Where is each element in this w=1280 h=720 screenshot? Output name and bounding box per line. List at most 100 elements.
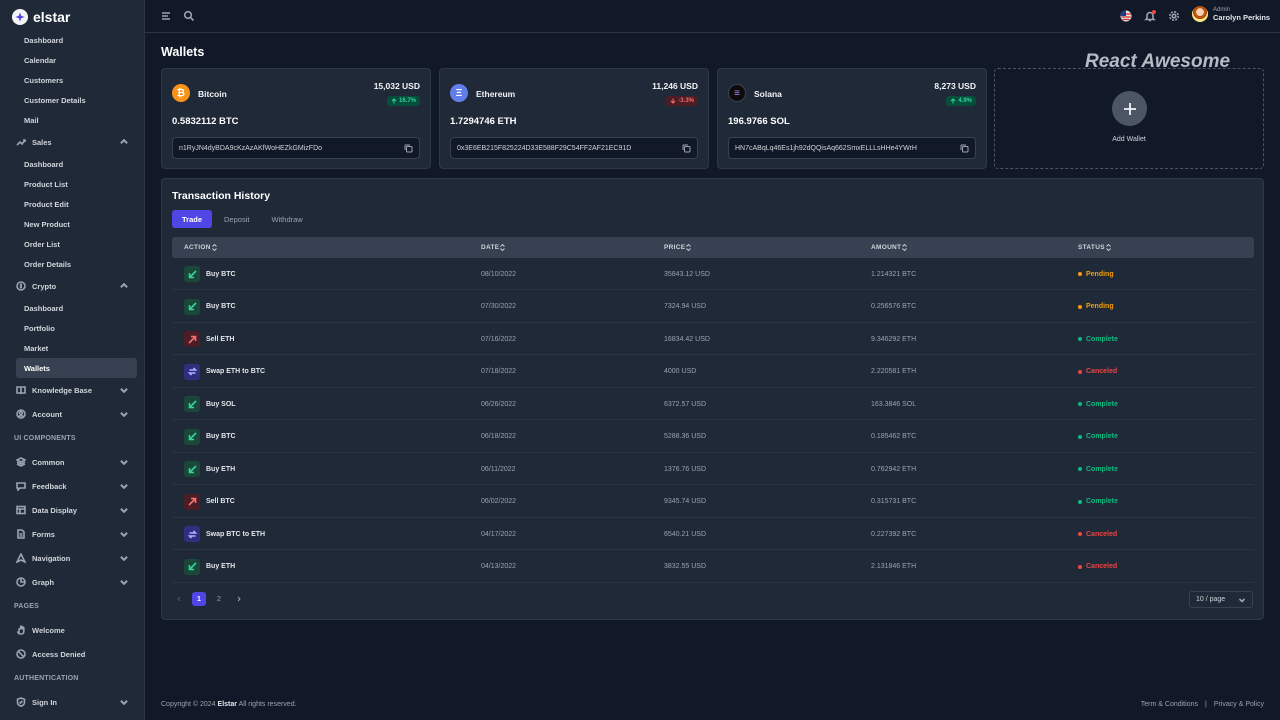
sidebar-item-market[interactable]: Market xyxy=(0,338,144,358)
chevron-down-icon xyxy=(120,412,128,418)
wallet-address-field[interactable]: 0x3E6EB215F825224D33E588F29C54FF2AF21EC9… xyxy=(450,137,698,159)
tab-trade[interactable]: Trade xyxy=(172,210,213,228)
next-page-icon[interactable] xyxy=(232,592,246,606)
sell-icon xyxy=(184,331,200,347)
sidebar-group-head: Graph xyxy=(16,577,54,587)
sidebar-item-portfolio[interactable]: Portfolio xyxy=(0,318,144,338)
sidebar-item-dashboard[interactable]: Dashboard xyxy=(0,30,144,50)
settings-gear-icon[interactable] xyxy=(1167,9,1181,23)
table-row[interactable]: Sell BTC 06/02/2022 9345.74 USD 0.315731 BT… xyxy=(172,486,1254,518)
sidebar-group-sales[interactable]: Sales xyxy=(0,130,144,154)
sidebar-group-welcome[interactable]: Welcome xyxy=(0,618,144,642)
amount-cell: 163.3846 SOL xyxy=(871,400,917,408)
table-row[interactable]: Buy SOL 06/26/2022 6372.57 USD 163.3846 SOL… xyxy=(172,388,1254,420)
sidebar-item-product-edit[interactable]: Product Edit xyxy=(0,194,144,214)
sidebar-item-mail[interactable]: Mail xyxy=(0,110,144,130)
sidebar-item-calendar[interactable]: Calendar xyxy=(0,50,144,70)
app-logo[interactable]: elstar xyxy=(12,8,70,26)
sidebar-group-label: Crypto xyxy=(32,281,57,291)
status-dot xyxy=(1078,337,1082,341)
menu-toggle-icon[interactable] xyxy=(159,9,173,23)
add-wallet-button[interactable] xyxy=(1112,91,1147,126)
price-cell: 35843.12 USD xyxy=(664,270,710,278)
wallet-change-value: -3.3% xyxy=(678,98,694,104)
wallet-balance: 196.9766 SOL xyxy=(728,116,790,127)
sidebar-group-data-display[interactable]: Data Display xyxy=(0,498,144,522)
table-row[interactable]: Buy BTC 08/10/2022 35843.12 USD 1.214321 BT… xyxy=(172,258,1254,290)
sidebar-item-order-list[interactable]: Order List xyxy=(0,234,144,254)
document-icon xyxy=(17,529,25,539)
sidebar-item-dashboard[interactable]: Dashboard xyxy=(0,298,144,318)
status-label: Canceled xyxy=(1086,368,1118,375)
sidebar-item-customers[interactable]: Customers xyxy=(0,70,144,90)
sidebar-group-head: Data Display xyxy=(16,505,77,515)
app-name: elstar xyxy=(33,9,71,25)
sidebar-item-dashboard[interactable]: Dashboard xyxy=(0,154,144,174)
wallet-address-field[interactable]: n1RyJN4dyBDA9cKzAzAKfWoHEZkGMizFDo xyxy=(172,137,420,159)
copy-icon[interactable] xyxy=(682,144,691,153)
sidebar-group-head: Knowledge Base xyxy=(16,385,92,395)
tab-withdraw[interactable]: Withdraw xyxy=(261,210,312,228)
sidebar-group-feedback[interactable]: Feedback xyxy=(0,474,144,498)
table-header: ACTION DATE PRICE AMOUNT STATUS xyxy=(172,237,1254,258)
sidebar-group-account[interactable]: Account xyxy=(0,402,144,426)
table-row[interactable]: Buy ETH 06/11/2022 1376.76 USD 0.762942 ETH… xyxy=(172,453,1254,485)
amount-cell: 0.227392 BTC xyxy=(871,530,917,538)
sidebar-group-forms[interactable]: Forms xyxy=(0,522,144,546)
swap-icon xyxy=(184,363,200,380)
wallet-card-ethereum: Ξ Ethereum 11,246 USD -3.3% 1.7294746 ETH 0x3… xyxy=(439,68,709,169)
column-header-action[interactable]: ACTION xyxy=(184,237,217,258)
sidebar-group-graph[interactable]: Graph xyxy=(0,570,144,594)
trending-up-icon xyxy=(16,139,26,146)
table-row[interactable]: Swap ETH to BTC 07/18/2022 4000 USD 2.22058… xyxy=(172,356,1254,388)
column-header-amount[interactable]: AMOUNT xyxy=(871,237,908,258)
sidebar-item-product-list[interactable]: Product List xyxy=(0,174,144,194)
column-header-status[interactable]: STATUS xyxy=(1078,237,1111,258)
sidebar-group-knowledge-base[interactable]: Knowledge Base xyxy=(0,378,144,402)
wallet-address-field[interactable]: HN7cABqLq46Es1jh92dQQisAq662SmxELLLsHHe4… xyxy=(728,137,976,159)
status-dot xyxy=(1078,434,1082,439)
sidebar-group-label: Data Display xyxy=(32,505,78,515)
sidebar-group-label: Sign In xyxy=(32,697,57,707)
sidebar-group-head: Common xyxy=(16,457,65,467)
sidebar-group-sign-up[interactable]: Sign Up xyxy=(0,714,144,720)
table-row[interactable]: Buy BTC 06/18/2022 5288.36 USD 0.185462 BTC… xyxy=(172,421,1254,453)
user-menu[interactable]: Admin Carolyn Perkins xyxy=(1192,6,1270,22)
wallet-address: n1RyJN4dyBDA9cKzAzAKfWoHEZkGMizFDo xyxy=(179,144,323,152)
action-label: Buy BTC xyxy=(206,433,236,440)
footer-link-privacy-policy[interactable]: Privacy & Policy xyxy=(1214,701,1264,708)
sidebar-group-crypto[interactable]: Crypto xyxy=(0,274,144,298)
add-wallet-card[interactable]: Add Wallet xyxy=(994,68,1264,169)
status-label: Canceled xyxy=(1086,530,1118,538)
chevron-down-icon xyxy=(120,388,128,394)
price-cell: 9345.74 USD xyxy=(664,498,707,505)
notification-bell-icon[interactable] xyxy=(1143,9,1157,23)
column-header-date[interactable]: DATE xyxy=(481,237,506,258)
chevron-down-icon xyxy=(120,556,128,562)
sidebar-group-common[interactable]: Common xyxy=(0,450,144,474)
sidebar-item-order-details[interactable]: Order Details xyxy=(0,254,144,274)
table-row[interactable]: Swap BTC to ETH 04/17/2022 6540.21 USD 0.22… xyxy=(172,518,1254,550)
action-label: Buy BTC xyxy=(206,303,236,310)
page-1-button[interactable]: 1 xyxy=(192,592,206,606)
table-row[interactable]: Buy BTC 07/30/2022 7324.94 USD 0.256576 BTC… xyxy=(172,291,1254,323)
sidebar-group-access-denied[interactable]: Access Denied xyxy=(0,642,144,666)
page-size-select[interactable]: 10 / page xyxy=(1189,591,1253,608)
footer-link-term-conditions[interactable]: Term & Conditions xyxy=(1141,701,1198,708)
sidebar-item-wallets[interactable]: Wallets xyxy=(16,358,137,378)
table-row[interactable]: Sell ETH 07/16/2022 16834.42 USD 9.346292 E… xyxy=(172,323,1254,355)
chevron-down-icon xyxy=(120,700,128,706)
sidebar-item-new-product[interactable]: New Product xyxy=(0,214,144,234)
column-header-price[interactable]: PRICE xyxy=(664,237,692,258)
copy-icon[interactable] xyxy=(404,144,413,153)
sidebar-group-sign-in[interactable]: Sign In xyxy=(0,690,144,714)
table-row[interactable]: Buy ETH 04/13/2022 3832.55 USD 2.131846 ETH… xyxy=(172,551,1254,583)
search-icon[interactable] xyxy=(182,9,196,23)
copy-icon[interactable] xyxy=(960,144,969,153)
sidebar-item-customer-details[interactable]: Customer Details xyxy=(0,90,144,110)
us-flag-icon[interactable] xyxy=(1119,9,1133,23)
tab-deposit[interactable]: Deposit xyxy=(214,210,259,228)
page-2-button[interactable]: 2 xyxy=(212,592,226,606)
sidebar-group-navigation[interactable]: Navigation xyxy=(0,546,144,570)
prev-page-icon[interactable] xyxy=(172,592,186,606)
